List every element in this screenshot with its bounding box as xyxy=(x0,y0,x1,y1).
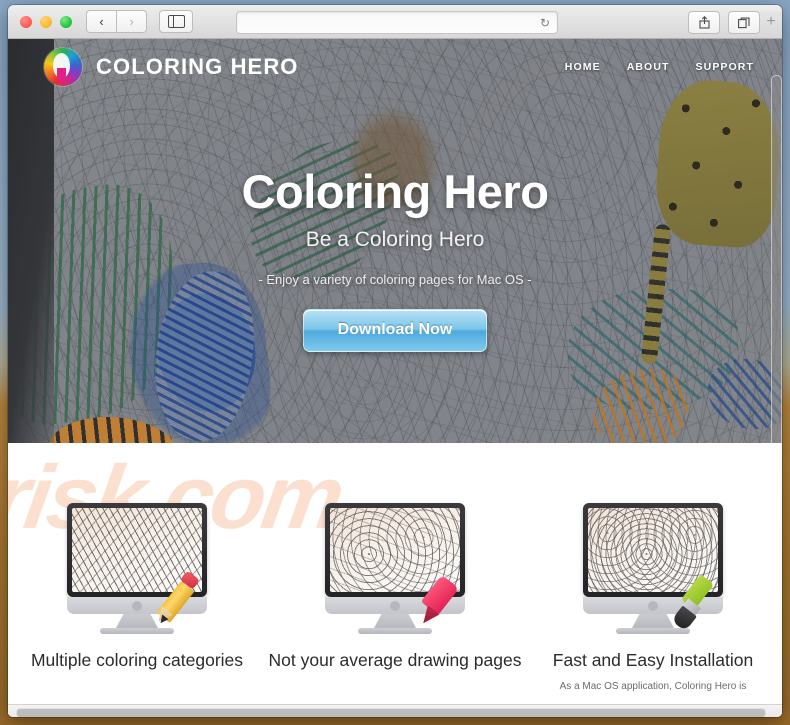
horizontal-scrollbar-thumb[interactable] xyxy=(16,708,766,717)
rainbow-swirl-logo-icon xyxy=(44,48,82,86)
zoom-window-button[interactable] xyxy=(60,15,72,28)
imac-illustration-2 xyxy=(325,503,465,634)
sidebar-icon xyxy=(167,14,185,29)
nav-item-about[interactable]: ABOUT xyxy=(627,61,670,73)
feature-title-2: Not your average drawing pages xyxy=(268,650,522,670)
pencil-icon xyxy=(157,570,213,632)
feature-title-1: Multiple coloring categories xyxy=(30,650,244,670)
address-bar[interactable]: ↻ xyxy=(236,11,558,34)
feature-card-2: Not your average drawing pages xyxy=(266,503,524,694)
paintbrush-icon xyxy=(671,574,729,632)
navigation-buttons: ‹ › xyxy=(86,10,147,33)
horizontal-scrollbar[interactable] xyxy=(8,704,782,717)
new-tab-button[interactable]: + xyxy=(760,11,782,32)
feature-card-1: Multiple coloring categories xyxy=(8,503,266,694)
site-header: COLORING HERO HOME ABOUT SUPPORT xyxy=(8,39,782,95)
hero-content: Coloring Hero Be a Coloring Hero - Enjoy… xyxy=(8,165,782,353)
show-tabs-button[interactable] xyxy=(728,11,760,34)
vertical-scrollbar-thumb[interactable] xyxy=(771,75,782,443)
download-now-button[interactable]: Download Now xyxy=(302,309,488,353)
share-button[interactable] xyxy=(688,11,720,34)
window-controls xyxy=(20,15,72,28)
hero-section: COLORING HERO HOME ABOUT SUPPORT Colorin… xyxy=(8,39,782,443)
hero-title: Coloring Hero xyxy=(241,165,549,218)
browser-toolbar: ‹ › ↻ + xyxy=(8,5,782,39)
close-window-button[interactable] xyxy=(20,15,32,28)
site-logo[interactable]: COLORING HERO xyxy=(44,48,299,86)
page-viewport: COLORING HERO HOME ABOUT SUPPORT Colorin… xyxy=(8,39,782,717)
tabs-icon xyxy=(738,17,750,28)
nav-item-support[interactable]: SUPPORT xyxy=(696,61,754,73)
feature-card-3: Fast and Easy Installation As a Mac OS a… xyxy=(524,503,782,694)
url-input[interactable] xyxy=(244,13,540,32)
feature-body-3: As a Mac OS application, Coloring Hero i… xyxy=(559,680,747,692)
marker-icon xyxy=(415,574,471,632)
toolbar-right-actions xyxy=(688,11,760,34)
back-button[interactable]: ‹ xyxy=(86,10,117,33)
nav-item-home[interactable]: HOME xyxy=(565,61,601,73)
vertical-scrollbar[interactable] xyxy=(771,75,782,443)
forward-button[interactable]: › xyxy=(117,10,147,33)
feature-title-3: Fast and Easy Installation xyxy=(552,650,754,670)
imac-illustration-1 xyxy=(67,503,207,634)
reload-icon[interactable]: ↻ xyxy=(540,17,550,29)
imac-illustration-3 xyxy=(583,503,723,634)
hero-subtitle: Be a Coloring Hero xyxy=(305,228,485,252)
minimize-window-button[interactable] xyxy=(40,15,52,28)
feature-cards: Multiple coloring categories Not your av… xyxy=(8,503,782,694)
features-section: risk.com Multiple coloring categories No… xyxy=(8,443,782,717)
sidebar-toggle-button[interactable] xyxy=(159,10,193,33)
browser-window: ‹ › ↻ + COLORING HERO HOME ABOUT SUPPORT… xyxy=(8,5,782,717)
hero-tagline: - Enjoy a variety of coloring pages for … xyxy=(258,272,532,288)
logo-text: COLORING HERO xyxy=(96,54,299,79)
share-icon xyxy=(698,16,710,29)
main-navigation: HOME ABOUT SUPPORT xyxy=(565,61,754,73)
